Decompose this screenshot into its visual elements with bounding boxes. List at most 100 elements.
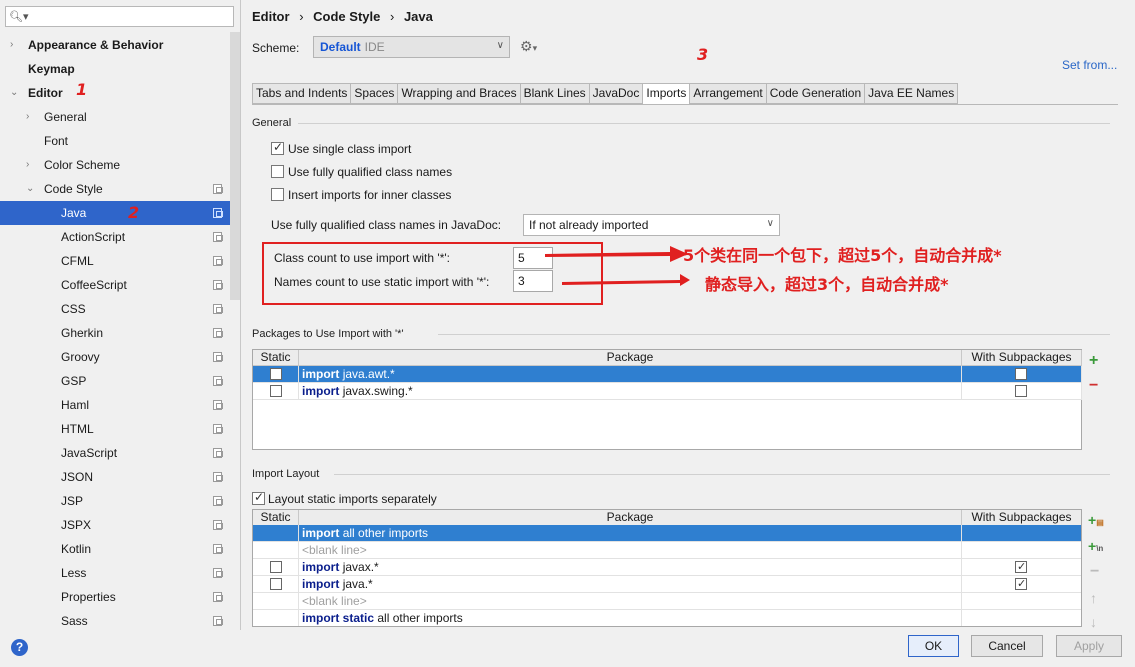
tab-spaces[interactable]: Spaces	[351, 83, 399, 104]
tree-item[interactable]: Kotlin	[0, 537, 232, 561]
tree-item-label: Code Style	[44, 182, 103, 196]
static-cell	[253, 542, 299, 559]
gear-icon[interactable]: ⚙▾	[520, 38, 537, 55]
tab-imports[interactable]: Imports	[643, 83, 691, 105]
add-blank-line-icon[interactable]: +\n	[1088, 538, 1103, 554]
use-single-class-import-checkbox[interactable]	[271, 140, 284, 155]
tab-tabs-and-indents[interactable]: Tabs and Indents	[252, 83, 352, 104]
scheme-select[interactable]: Default IDE ∨	[313, 36, 510, 58]
table-row[interactable]: import javax.*	[253, 559, 1081, 576]
tree-item[interactable]: Gherkin	[0, 321, 232, 345]
tree-item[interactable]: CoffeeScript	[0, 273, 232, 297]
scheme-label: Scheme:	[252, 41, 300, 55]
tree-item[interactable]: › Color Scheme	[0, 153, 232, 177]
table-row[interactable]: import java.*	[253, 576, 1081, 593]
tree-item[interactable]: JSON	[0, 465, 232, 489]
copy-icon	[213, 256, 223, 266]
table-row[interactable]: <blank line>	[253, 593, 1081, 610]
scheme-type: IDE	[364, 40, 385, 54]
ok-button[interactable]: OK	[908, 635, 959, 657]
use-single-class-import-label: Use single class import	[288, 142, 412, 156]
layout-static-separately-checkbox[interactable]	[252, 490, 265, 505]
column-header[interactable]: Static	[253, 510, 299, 526]
chevron-right-icon[interactable]: ›	[26, 153, 29, 177]
help-icon[interactable]: ?	[11, 639, 28, 656]
static-checkbox[interactable]	[270, 368, 282, 380]
move-down-icon[interactable]: ↓	[1090, 614, 1097, 630]
subpackages-checkbox[interactable]	[1015, 385, 1027, 397]
tab-java-ee-names[interactable]: Java EE Names	[865, 83, 959, 104]
general-section-title: General	[252, 117, 292, 129]
set-from-link[interactable]: Set from...	[1062, 58, 1117, 72]
table-row[interactable]: import java.awt.*	[253, 366, 1082, 383]
tree-item[interactable]: › General	[0, 105, 232, 129]
chevron-right-icon[interactable]: ›	[10, 33, 13, 57]
move-up-icon[interactable]: ↑	[1090, 590, 1097, 606]
static-cell	[253, 383, 299, 400]
chevron-down-icon[interactable]: ⌄	[26, 177, 34, 201]
tab-arrangement[interactable]: Arrangement	[690, 83, 767, 104]
column-header[interactable]: With Subpackages	[962, 350, 1082, 366]
tree-item[interactable]: GSP	[0, 369, 232, 393]
use-fq-names-label: Use fully qualified class names	[288, 165, 453, 179]
tree-item[interactable]: CFML	[0, 249, 232, 273]
table-row[interactable]: import javax.swing.*	[253, 383, 1082, 400]
tree-item[interactable]: JSP	[0, 489, 232, 513]
tree-item-label: Haml	[61, 398, 90, 412]
tree-item[interactable]: JSPX	[0, 513, 232, 537]
cancel-button[interactable]: Cancel	[971, 635, 1043, 657]
class-count-label: Class count to use import with '*':	[274, 251, 450, 265]
static-checkbox[interactable]	[270, 578, 282, 590]
add-package-icon[interactable]: +▤	[1088, 512, 1104, 528]
use-fq-names-checkbox[interactable]	[271, 165, 284, 178]
tree-item[interactable]: › Appearance & Behavior	[0, 33, 232, 57]
tree-item[interactable]: Font	[0, 129, 232, 153]
tab-blank-lines[interactable]: Blank Lines	[520, 83, 590, 104]
column-header[interactable]: Package	[299, 510, 962, 526]
static-checkbox[interactable]	[270, 561, 282, 573]
table-row[interactable]: import static all other imports	[253, 610, 1081, 626]
packages-table[interactable]: Static Package With Subpackages import java…	[252, 349, 1082, 450]
remove-icon[interactable]: −	[1090, 563, 1099, 581]
tree-item[interactable]: ⌄ Editor	[0, 81, 232, 105]
package-cell: import javax.swing.*	[299, 383, 962, 400]
javadoc-fq-select[interactable]: If not already imported ∨	[523, 214, 780, 236]
import-layout-table[interactable]: Static Package With Subpackages import all …	[252, 509, 1082, 627]
tree-item[interactable]: ActionScript	[0, 225, 232, 249]
column-header[interactable]: With Subpackages	[962, 510, 1081, 526]
tree-item[interactable]: CSS	[0, 297, 232, 321]
subpackages-checkbox[interactable]	[1015, 576, 1027, 592]
tree-item-label: Less	[61, 566, 87, 580]
insert-inner-imports-checkbox[interactable]	[271, 188, 284, 201]
tree-item[interactable]: Keymap	[0, 57, 232, 81]
add-icon[interactable]: +	[1089, 352, 1098, 370]
subpackages-checkbox[interactable]	[1015, 559, 1027, 575]
tree-item-label: Appearance & Behavior	[28, 38, 164, 52]
tab-javadoc[interactable]: JavaDoc	[589, 83, 644, 104]
tree-item[interactable]: Sass	[0, 609, 232, 633]
tree-item[interactable]: Haml	[0, 393, 232, 417]
tab-code-generation[interactable]: Code Generation	[766, 83, 866, 104]
tree-item[interactable]: Properties	[0, 585, 232, 609]
subpackages-checkbox[interactable]	[1015, 368, 1027, 380]
tree-item[interactable]: JavaScript	[0, 441, 232, 465]
copy-icon	[213, 184, 223, 194]
tree-item[interactable]: HTML	[0, 417, 232, 441]
tree-item[interactable]: ⌄ Code Style	[0, 177, 232, 201]
chevron-down-icon[interactable]: ⌄	[10, 81, 18, 105]
static-checkbox[interactable]	[270, 385, 282, 397]
search-input[interactable]: 🔍︎▾	[5, 6, 234, 27]
tree-item[interactable]: Java	[0, 201, 240, 225]
table-row[interactable]: import all other imports	[253, 525, 1081, 542]
tab-wrapping-and-braces[interactable]: Wrapping and Braces	[398, 83, 521, 104]
tree-scrollbar[interactable]	[230, 32, 240, 300]
layout-static-separately-label: Layout static imports separately	[268, 492, 437, 506]
column-header[interactable]: Static	[253, 350, 299, 366]
tree-item[interactable]: Less	[0, 561, 232, 585]
column-header[interactable]: Package	[299, 350, 962, 366]
apply-button[interactable]: Apply	[1056, 635, 1122, 657]
tree-item[interactable]: Groovy	[0, 345, 232, 369]
chevron-right-icon[interactable]: ›	[26, 105, 29, 129]
table-row[interactable]: <blank line>	[253, 542, 1081, 559]
remove-icon[interactable]: −	[1089, 377, 1098, 395]
